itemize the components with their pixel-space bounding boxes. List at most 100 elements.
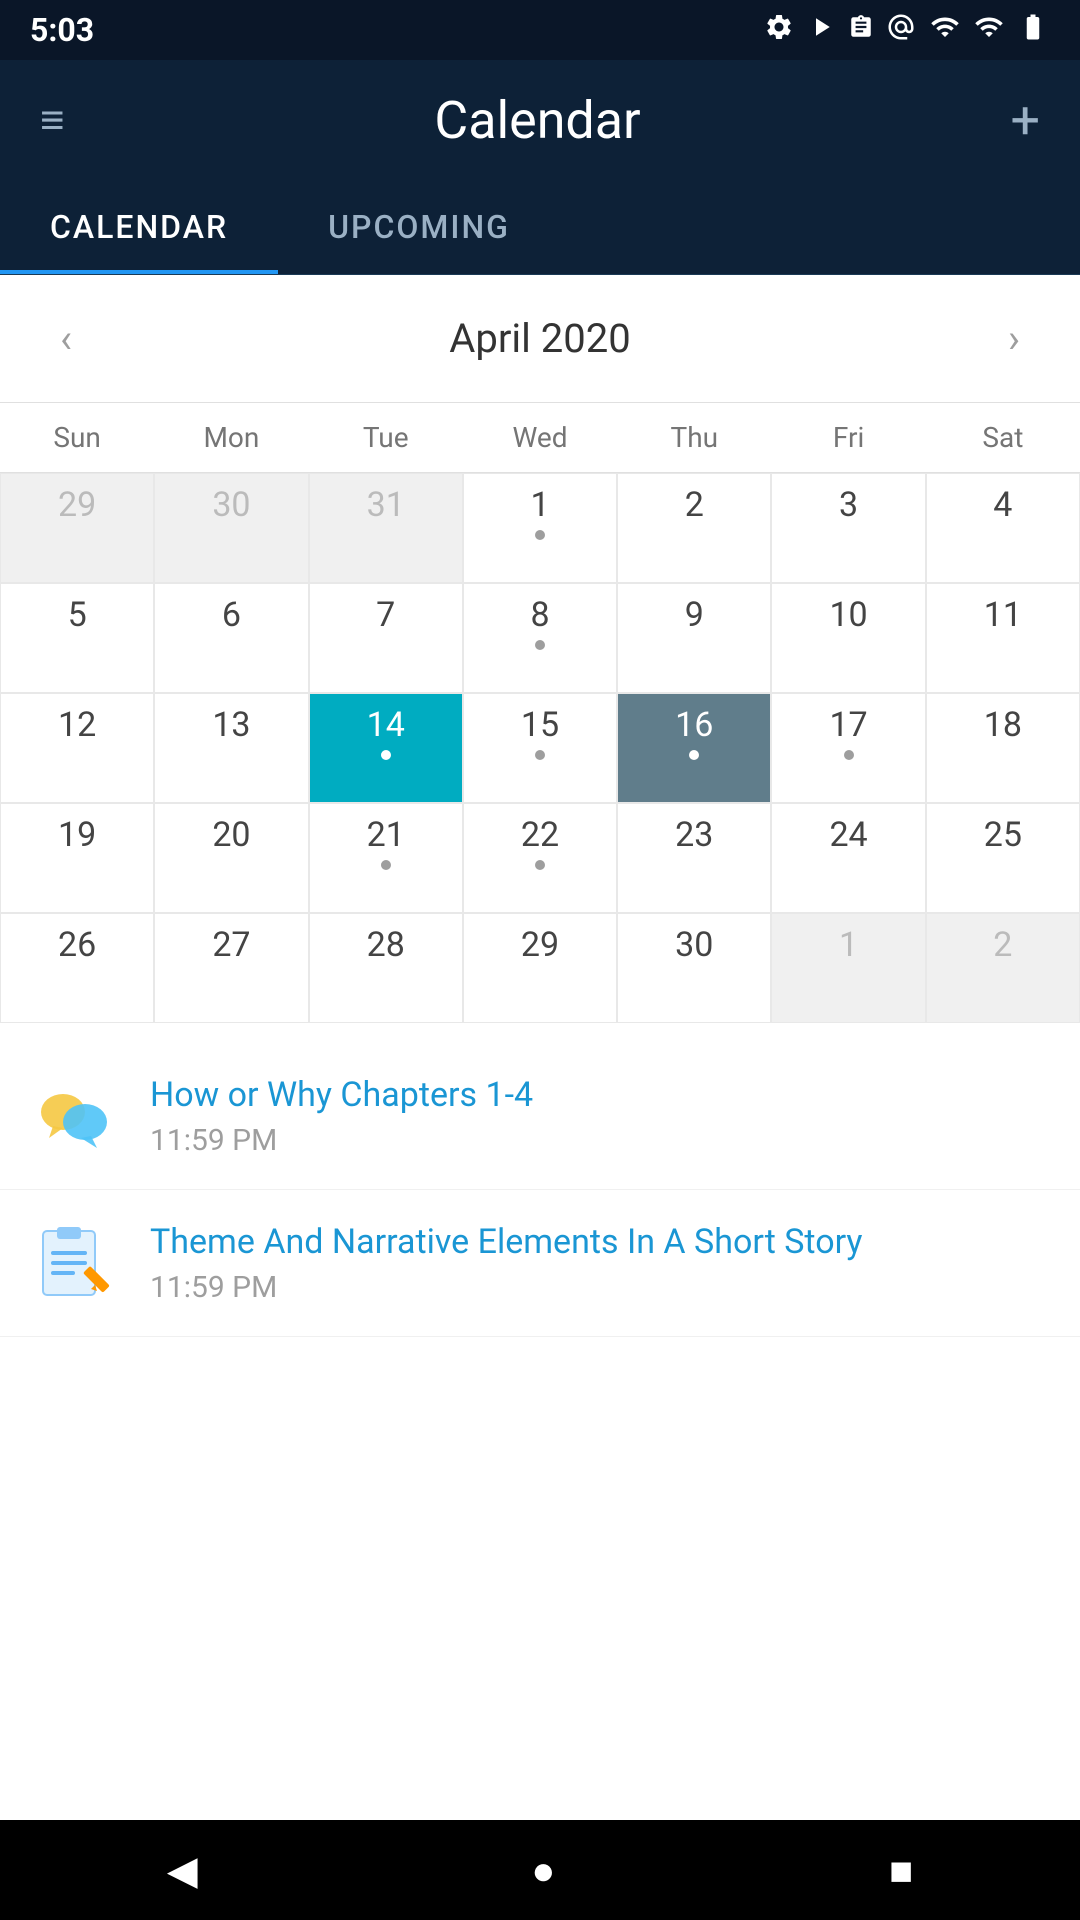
day-number: 19 (58, 818, 96, 852)
calendar-day[interactable]: 30 (617, 913, 771, 1023)
prev-month-button[interactable]: ‹ (40, 305, 92, 372)
calendar-day[interactable]: 10 (771, 583, 925, 693)
calendar-day[interactable]: 29 (463, 913, 617, 1023)
day-number: 23 (675, 818, 713, 852)
month-navigation: ‹ April 2020 › (0, 275, 1080, 402)
event-dot (535, 750, 545, 760)
calendar-day[interactable]: 25 (926, 803, 1080, 913)
day-number: 30 (675, 928, 713, 962)
calendar-day[interactable]: 2 (926, 913, 1080, 1023)
calendar-day[interactable]: 30 (154, 473, 308, 583)
calendar-day[interactable]: 12 (0, 693, 154, 803)
calendar-day[interactable]: 14 (309, 693, 463, 803)
calendar-day[interactable]: 23 (617, 803, 771, 913)
calendar-day[interactable]: 9 (617, 583, 771, 693)
day-number: 2 (993, 928, 1012, 962)
day-number: 8 (530, 598, 549, 632)
day-number: 26 (58, 928, 96, 962)
day-header-thu: Thu (617, 403, 771, 472)
calendar-day[interactable]: 15 (463, 693, 617, 803)
day-number: 1 (530, 488, 549, 522)
clipboard-icon (848, 12, 874, 49)
day-number: 28 (367, 928, 405, 962)
event-dot (689, 750, 699, 760)
status-time: 5:03 (30, 11, 94, 49)
status-icons (764, 12, 1050, 49)
add-event-button[interactable]: + (1010, 90, 1040, 151)
next-month-button[interactable]: › (988, 305, 1040, 372)
calendar-day[interactable]: 4 (926, 473, 1080, 583)
day-number: 3 (839, 488, 858, 522)
day-number: 12 (58, 708, 96, 742)
calendar-day[interactable]: 8 (463, 583, 617, 693)
header-title: Calendar (434, 90, 640, 151)
calendar-day[interactable]: 20 (154, 803, 308, 913)
event-item-1[interactable]: How or Why Chapters 1-4 11:59 PM (0, 1043, 1080, 1190)
tab-calendar[interactable]: CALENDAR (0, 180, 278, 274)
calendar-day[interactable]: 27 (154, 913, 308, 1023)
day-header-sat: Sat (926, 403, 1080, 472)
menu-icon[interactable]: ≡ (40, 96, 65, 145)
calendar-day[interactable]: 13 (154, 693, 308, 803)
calendar-day[interactable]: 17 (771, 693, 925, 803)
event-time-2: 11:59 PM (150, 1270, 1050, 1305)
day-header-tue: Tue (309, 403, 463, 472)
day-number: 6 (222, 598, 241, 632)
at-icon (886, 12, 916, 49)
calendar-day[interactable]: 5 (0, 583, 154, 693)
calendar-day[interactable]: 11 (926, 583, 1080, 693)
calendar-day[interactable]: 21 (309, 803, 463, 913)
calendar-day[interactable]: 18 (926, 693, 1080, 803)
day-number: 17 (829, 708, 867, 742)
day-header-fri: Fri (771, 403, 925, 472)
event-info-1: How or Why Chapters 1-4 11:59 PM (150, 1075, 1050, 1158)
day-number: 20 (212, 818, 250, 852)
play-icon (806, 12, 836, 49)
calendar-day[interactable]: 31 (309, 473, 463, 583)
day-number: 18 (984, 708, 1022, 742)
event-dot (381, 860, 391, 870)
day-number: 24 (829, 818, 867, 852)
month-title: April 2020 (449, 315, 630, 362)
day-number: 4 (993, 488, 1012, 522)
day-number: 27 (212, 928, 250, 962)
calendar-day[interactable]: 19 (0, 803, 154, 913)
calendar-day[interactable]: 7 (309, 583, 463, 693)
event-title-2: Theme And Narrative Elements In A Short … (150, 1222, 1050, 1262)
battery-icon (1016, 12, 1050, 49)
day-number: 29 (58, 488, 96, 522)
event-item-2[interactable]: Theme And Narrative Elements In A Short … (0, 1190, 1080, 1337)
event-icon-assignment (30, 1218, 120, 1308)
calendar-day[interactable]: 22 (463, 803, 617, 913)
home-button[interactable]: ● (511, 1837, 575, 1904)
calendar-view: ‹ April 2020 › Sun Mon Tue Wed Thu Fri S… (0, 275, 1080, 1023)
calendar-day[interactable]: 24 (771, 803, 925, 913)
day-number: 7 (376, 598, 395, 632)
event-dot (535, 530, 545, 540)
day-number: 1 (839, 928, 858, 962)
day-number: 29 (521, 928, 559, 962)
day-number: 16 (675, 708, 713, 742)
day-number: 9 (685, 598, 704, 632)
event-icon-chat (30, 1071, 120, 1161)
status-bar: 5:03 (0, 0, 1080, 60)
calendar-day[interactable]: 29 (0, 473, 154, 583)
recents-button[interactable]: ■ (869, 1837, 933, 1904)
app-header: ≡ Calendar + (0, 60, 1080, 180)
calendar-day[interactable]: 6 (154, 583, 308, 693)
calendar-day[interactable]: 2 (617, 473, 771, 583)
day-number: 15 (521, 708, 559, 742)
event-dot (381, 750, 391, 760)
day-number: 14 (367, 708, 405, 742)
calendar-day[interactable]: 26 (0, 913, 154, 1023)
settings-icon (764, 12, 794, 49)
signal-icon (974, 12, 1004, 49)
back-button[interactable]: ◀ (147, 1837, 218, 1904)
calendar-day[interactable]: 3 (771, 473, 925, 583)
calendar-day[interactable]: 28 (309, 913, 463, 1023)
calendar-day[interactable]: 16 (617, 693, 771, 803)
day-number: 2 (685, 488, 704, 522)
tab-upcoming[interactable]: UPCOMING (278, 180, 560, 274)
calendar-day[interactable]: 1 (771, 913, 925, 1023)
calendar-day[interactable]: 1 (463, 473, 617, 583)
